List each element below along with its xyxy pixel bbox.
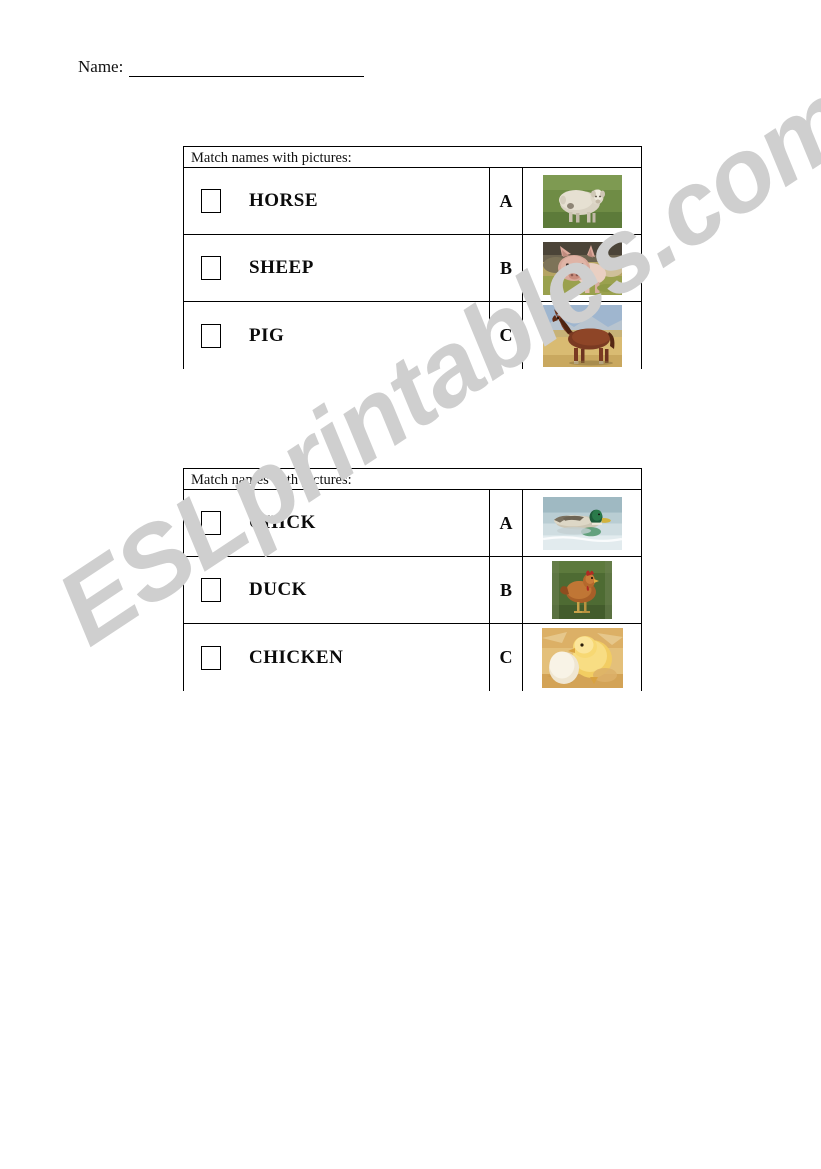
sheep-photo (542, 174, 622, 228)
table-row: HORSE A (184, 168, 641, 235)
option-letter: B (490, 557, 523, 623)
table-row: SHEEP B (184, 235, 641, 302)
row-name-cell: DUCK (184, 557, 490, 623)
row-name-cell: HORSE (184, 168, 490, 234)
duck-photo (542, 496, 622, 550)
horse-photo (542, 304, 622, 367)
word-label: DUCK (249, 579, 307, 600)
row-name-cell: CHICKEN (184, 624, 490, 691)
pig-photo (542, 241, 622, 295)
picture-cell (523, 235, 641, 301)
row-name-cell: PIG (184, 302, 490, 369)
answer-checkbox[interactable] (201, 323, 221, 348)
picture-cell (523, 490, 641, 556)
exercise-1-instruction: Match names with pictures: (183, 146, 642, 168)
exercise-1-table: HORSE A SHEEP B PIG C (183, 168, 642, 369)
chicken-photo (552, 561, 612, 619)
option-letter: A (490, 168, 523, 234)
answer-checkbox[interactable] (201, 256, 221, 280)
name-field-row: Name: (78, 57, 365, 77)
exercise-2-instruction: Match names with pictures: (183, 468, 642, 490)
name-label: Name: (78, 57, 124, 76)
name-input-blank[interactable] (129, 60, 365, 77)
word-label: HORSE (249, 190, 319, 211)
table-row: CHICK A (184, 490, 641, 557)
answer-checkbox[interactable] (201, 511, 221, 535)
exercise-2-table: CHICK A DUCK B CHICKEN C (183, 490, 642, 691)
chick-photo (541, 627, 623, 688)
table-row: PIG C (184, 302, 641, 369)
option-letter: C (490, 624, 523, 691)
option-letter: C (490, 302, 523, 369)
option-letter: B (490, 235, 523, 301)
answer-checkbox[interactable] (201, 578, 221, 602)
word-label: CHICKEN (249, 646, 344, 668)
table-row: DUCK B (184, 557, 641, 624)
table-row: CHICKEN C (184, 624, 641, 691)
row-name-cell: SHEEP (184, 235, 490, 301)
answer-checkbox[interactable] (201, 645, 221, 670)
option-letter: A (490, 490, 523, 556)
row-name-cell: CHICK (184, 490, 490, 556)
picture-cell (523, 168, 641, 234)
picture-cell (523, 302, 641, 369)
picture-cell (523, 624, 641, 691)
picture-cell (523, 557, 641, 623)
word-label: PIG (249, 324, 285, 346)
word-label: CHICK (249, 512, 316, 533)
answer-checkbox[interactable] (201, 189, 221, 213)
exercise-block-2: Match names with pictures: CHICK A DUCK … (183, 468, 642, 691)
exercise-block-1: Match names with pictures: HORSE A SHEEP… (183, 146, 642, 369)
word-label: SHEEP (249, 257, 314, 278)
